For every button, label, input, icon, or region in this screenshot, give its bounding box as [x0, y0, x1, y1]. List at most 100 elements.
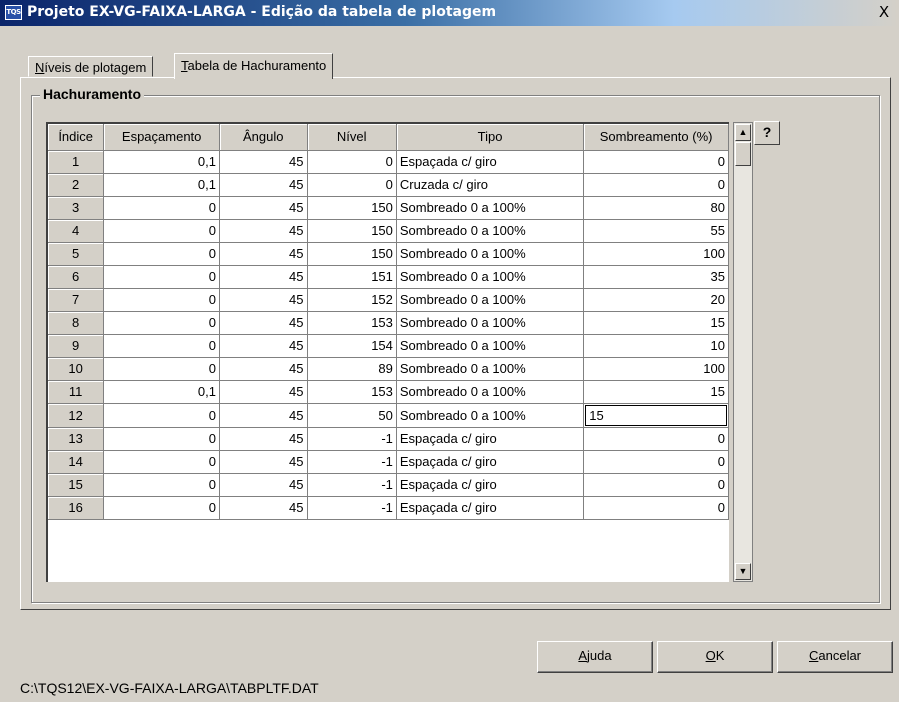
cell-espacamento[interactable]: 0	[103, 403, 220, 428]
table-row[interactable]: 4 0 45 150 Sombreado 0 a 100% 55	[48, 219, 729, 243]
cell-sombreamento[interactable]: 0	[583, 473, 729, 497]
tab-tabela-de-hachuramento[interactable]: Tabela de Hachuramento	[174, 53, 334, 79]
cell-espacamento[interactable]: 0	[103, 242, 220, 266]
cell-tipo[interactable]: Espaçada c/ giro	[396, 473, 585, 497]
cell-tipo[interactable]: Espaçada c/ giro	[396, 150, 585, 174]
cell-nivel[interactable]: 89	[307, 357, 397, 381]
cell-tipo[interactable]: Sombreado 0 a 100%	[396, 196, 585, 220]
column-header-angulo[interactable]: Ângulo	[219, 124, 308, 151]
cell-espacamento[interactable]: 0	[103, 357, 220, 381]
cell-sombreamento[interactable]: 100	[583, 242, 729, 266]
cell-sombreamento[interactable]: 0	[583, 150, 729, 174]
table-row[interactable]: 1 0,1 45 0 Espaçada c/ giro 0	[48, 150, 729, 174]
cell-angulo[interactable]: 45	[219, 265, 308, 289]
cell-angulo[interactable]: 45	[219, 380, 308, 404]
cell-angulo[interactable]: 45	[219, 242, 308, 266]
cell-angulo[interactable]: 45	[219, 403, 308, 428]
cell-angulo[interactable]: 45	[219, 357, 308, 381]
cell-sombreamento[interactable]: 0	[583, 450, 729, 474]
cell-sombreamento[interactable]: 35	[583, 265, 729, 289]
cell-tipo[interactable]: Sombreado 0 a 100%	[396, 403, 585, 428]
cell-tipo[interactable]: Sombreado 0 a 100%	[396, 357, 585, 381]
cell-angulo[interactable]: 45	[219, 496, 308, 520]
cell-nivel[interactable]: 50	[307, 403, 397, 428]
table-row[interactable]: 2 0,1 45 0 Cruzada c/ giro 0	[48, 173, 729, 197]
cell-espacamento[interactable]: 0	[103, 196, 220, 220]
table-row[interactable]: 11 0,1 45 153 Sombreado 0 a 100% 15	[48, 380, 729, 404]
cell-tipo[interactable]: Sombreado 0 a 100%	[396, 265, 585, 289]
cell-nivel[interactable]: -1	[307, 427, 397, 451]
cell-espacamento[interactable]: 0	[103, 334, 220, 358]
table-row[interactable]: 7 0 45 152 Sombreado 0 a 100% 20	[48, 288, 729, 312]
cell-nivel[interactable]: -1	[307, 496, 397, 520]
cell-nivel[interactable]: -1	[307, 473, 397, 497]
cell-sombreamento[interactable]: 80	[583, 196, 729, 220]
cell-tipo[interactable]: Sombreado 0 a 100%	[396, 334, 585, 358]
cell-sombreamento-editor[interactable]: 15	[583, 403, 729, 428]
table-row[interactable]: 14 0 45 -1 Espaçada c/ giro 0	[48, 450, 729, 474]
tab-niveis-de-plotagem[interactable]: Níveis de plotagem	[28, 56, 154, 77]
cell-espacamento[interactable]: 0,1	[103, 150, 220, 174]
cell-nivel[interactable]: 150	[307, 196, 397, 220]
cell-nivel[interactable]: 151	[307, 265, 397, 289]
column-header-indice[interactable]: Índice	[48, 124, 105, 151]
cell-nivel[interactable]: 150	[307, 219, 397, 243]
cell-tipo[interactable]: Sombreado 0 a 100%	[396, 311, 585, 335]
cell-sombreamento[interactable]: 10	[583, 334, 729, 358]
cell-tipo[interactable]: Sombreado 0 a 100%	[396, 242, 585, 266]
vertical-scrollbar[interactable]: ▲ ▼	[733, 122, 753, 582]
cell-espacamento[interactable]: 0	[103, 311, 220, 335]
cell-angulo[interactable]: 45	[219, 311, 308, 335]
cell-sombreamento[interactable]: 0	[583, 427, 729, 451]
cell-angulo[interactable]: 45	[219, 427, 308, 451]
cell-sombreamento[interactable]: 20	[583, 288, 729, 312]
cell-sombreamento[interactable]: 0	[583, 173, 729, 197]
column-header-nivel[interactable]: Nível	[307, 124, 397, 151]
scroll-thumb[interactable]	[735, 142, 751, 166]
cell-tipo[interactable]: Sombreado 0 a 100%	[396, 380, 585, 404]
cell-nivel[interactable]: 154	[307, 334, 397, 358]
cell-espacamento[interactable]: 0	[103, 473, 220, 497]
cell-sombreamento[interactable]: 100	[583, 357, 729, 381]
cell-angulo[interactable]: 45	[219, 334, 308, 358]
cancelar-button[interactable]: Cancelar	[777, 641, 893, 673]
cell-tipo[interactable]: Sombreado 0 a 100%	[396, 288, 585, 312]
hatching-grid[interactable]: Índice Espaçamento Ângulo Nível Tipo Som…	[46, 122, 729, 582]
table-row[interactable]: 15 0 45 -1 Espaçada c/ giro 0	[48, 473, 729, 497]
ajuda-button[interactable]: Ajuda	[537, 641, 653, 673]
column-header-espacamento[interactable]: Espaçamento	[103, 124, 220, 151]
cell-espacamento[interactable]: 0	[103, 427, 220, 451]
cell-angulo[interactable]: 45	[219, 288, 308, 312]
cell-espacamento[interactable]: 0	[103, 450, 220, 474]
close-icon[interactable]: X	[872, 4, 896, 22]
table-row[interactable]: 10 0 45 89 Sombreado 0 a 100% 100	[48, 357, 729, 381]
cell-espacamento[interactable]: 0	[103, 219, 220, 243]
column-header-tipo[interactable]: Tipo	[396, 124, 585, 151]
cell-tipo[interactable]: Espaçada c/ giro	[396, 450, 585, 474]
table-row[interactable]: 6 0 45 151 Sombreado 0 a 100% 35	[48, 265, 729, 289]
cell-espacamento[interactable]: 0,1	[103, 380, 220, 404]
help-button[interactable]: ?	[754, 121, 780, 145]
scroll-up-icon[interactable]: ▲	[735, 124, 751, 141]
cell-tipo[interactable]: Cruzada c/ giro	[396, 173, 585, 197]
cell-angulo[interactable]: 45	[219, 219, 308, 243]
cell-tipo[interactable]: Espaçada c/ giro	[396, 496, 585, 520]
table-row[interactable]: 3 0 45 150 Sombreado 0 a 100% 80	[48, 196, 729, 220]
cell-nivel[interactable]: 150	[307, 242, 397, 266]
table-row[interactable]: 12 0 45 50 Sombreado 0 a 100% 15	[48, 403, 729, 428]
cell-espacamento[interactable]: 0	[103, 496, 220, 520]
cell-angulo[interactable]: 45	[219, 173, 308, 197]
table-row[interactable]: 16 0 45 -1 Espaçada c/ giro 0	[48, 496, 729, 520]
cell-nivel[interactable]: 152	[307, 288, 397, 312]
cell-sombreamento[interactable]: 0	[583, 496, 729, 520]
cell-sombreamento[interactable]: 15	[583, 380, 729, 404]
column-header-sombreamento[interactable]: Sombreamento (%)	[583, 124, 729, 151]
cell-nivel[interactable]: -1	[307, 450, 397, 474]
scroll-down-icon[interactable]: ▼	[735, 563, 751, 580]
cell-sombreamento[interactable]: 15	[583, 311, 729, 335]
ok-button[interactable]: OK	[657, 641, 773, 673]
cell-espacamento[interactable]: 0	[103, 288, 220, 312]
cell-angulo[interactable]: 45	[219, 473, 308, 497]
cell-nivel[interactable]: 0	[307, 150, 397, 174]
cell-angulo[interactable]: 45	[219, 450, 308, 474]
